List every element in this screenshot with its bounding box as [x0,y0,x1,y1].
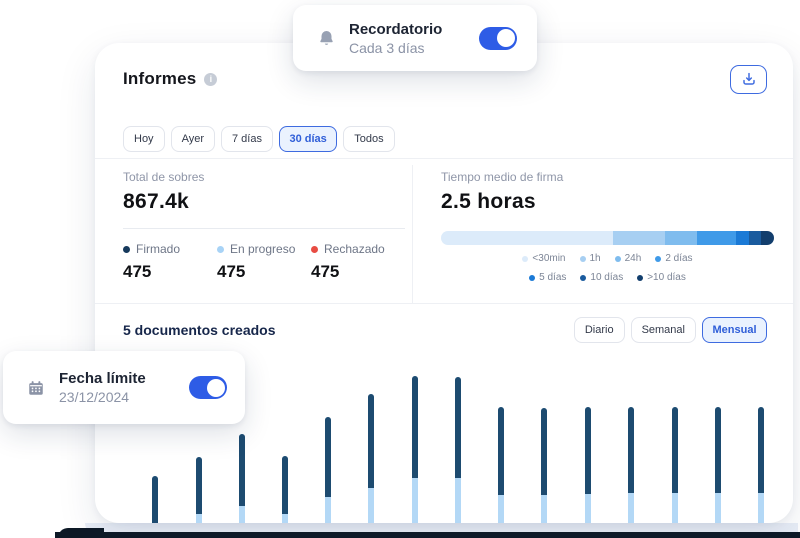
toggle-knob [497,29,515,47]
bell-icon [315,29,337,48]
bottom-edge-line [55,532,800,538]
calendar-icon [25,379,47,397]
chart-bar-14 [715,407,721,523]
chart-bar-signed-segment [758,407,764,493]
chart-bar-3 [239,434,245,523]
chart-bar-signed-segment [412,376,418,478]
deadline-title: Fecha límite [59,370,189,387]
reminder-title: Recordatorio [349,21,479,38]
deadline-toggle[interactable] [189,376,227,399]
chart-bar-signed-segment [672,407,678,493]
chart-bar-8 [455,377,461,523]
chart-bar-signed-segment [282,456,288,514]
chart-bar-13 [672,407,678,523]
chart-bar-1 [152,476,158,523]
chart-bar-signed-segment [239,434,245,506]
chart-bar-2 [196,457,202,523]
chart-bar-4 [282,456,288,523]
deadline-card: Fecha límite 23/12/2024 [3,351,245,424]
chart-bar-signed-segment [152,476,158,523]
chart-bar-7 [412,376,418,523]
chart-bar-6 [368,394,374,523]
chart-bar-signed-segment [628,407,634,493]
documents-bar-chart [95,43,793,523]
reminder-toggle[interactable] [479,27,517,50]
chart-bar-signed-segment [498,407,504,495]
chart-bar-signed-segment [325,417,331,497]
chart-bar-5 [325,417,331,523]
deadline-date: 23/12/2024 [59,389,189,405]
chart-bar-signed-segment [541,408,547,495]
toggle-knob [207,379,225,397]
chart-bar-15 [758,407,764,523]
chart-bar-9 [498,407,504,523]
report-card: Informes i HoyAyer7 días30 díasTodos Tot… [95,43,793,523]
chart-bar-10 [541,408,547,523]
reminder-frequency: Cada 3 días [349,40,479,56]
chart-bar-11 [585,407,591,523]
chart-bar-signed-segment [368,394,374,488]
chart-bar-signed-segment [196,457,202,514]
chart-bar-signed-segment [455,377,461,478]
chart-bar-signed-segment [715,407,721,493]
reminder-card: Recordatorio Cada 3 días [293,5,537,71]
chart-bar-signed-segment [585,407,591,494]
chart-bar-12 [628,407,634,523]
